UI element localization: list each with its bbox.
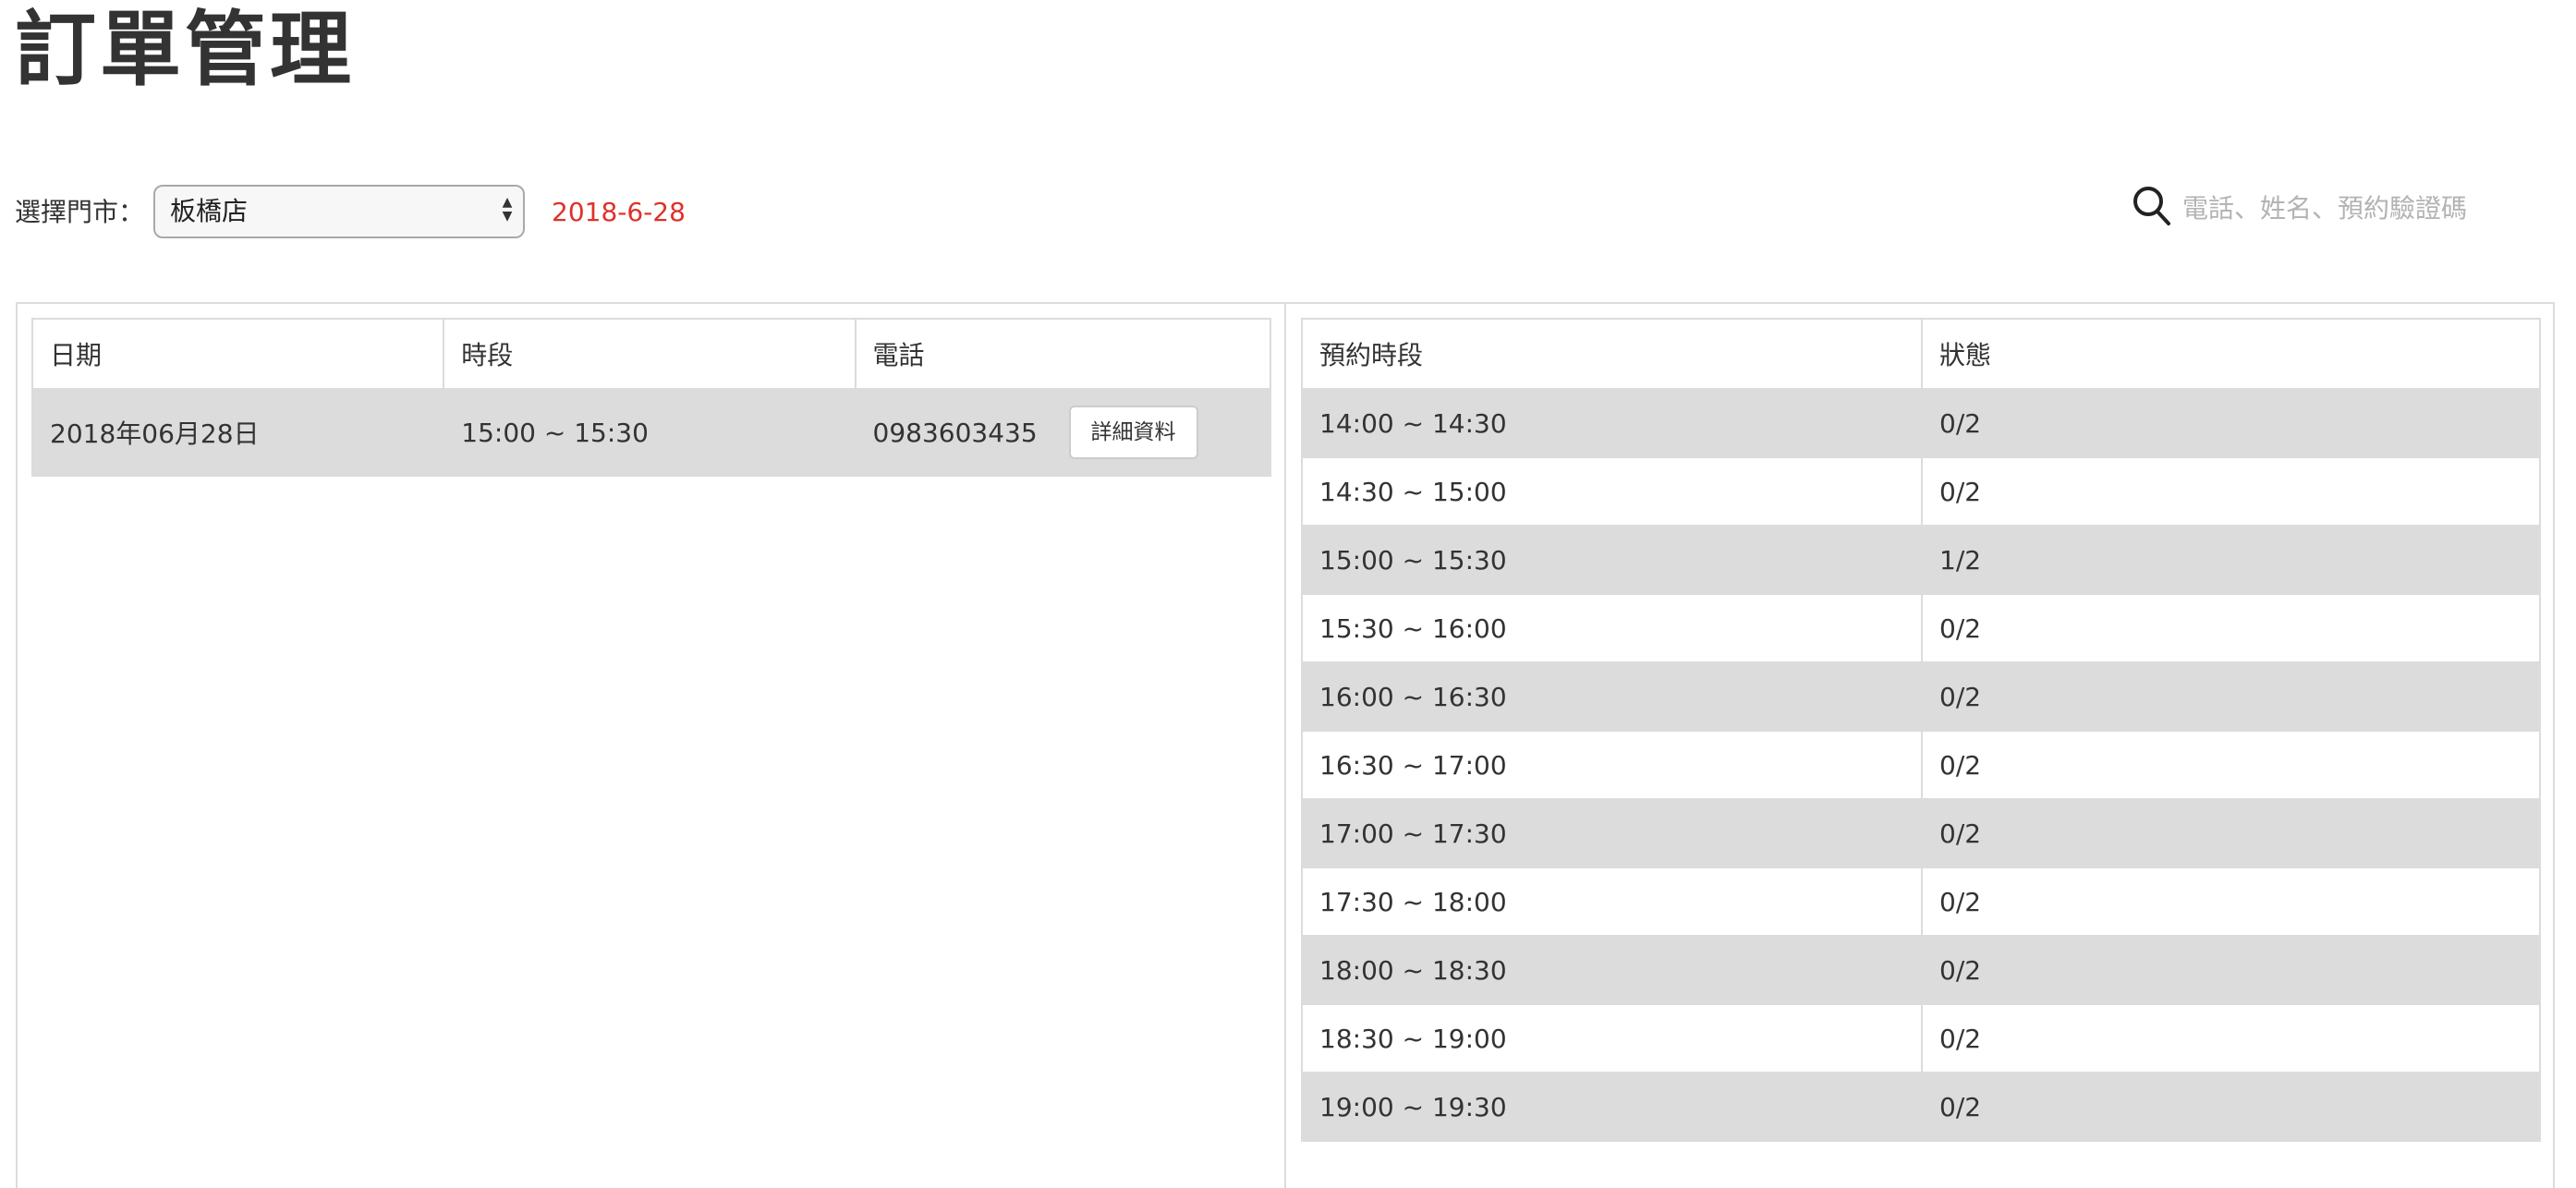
table-row: 16:30 ~ 17:00 0/2 [1300, 730, 2541, 800]
table-row: 19:00 ~ 19:30 0/2 [1300, 1072, 2541, 1142]
table-row: 17:00 ~ 17:30 0/2 [1300, 798, 2541, 868]
table-row: 18:30 ~ 19:00 0/2 [1300, 1003, 2541, 1073]
slots-header-slot: 預約時段 [1300, 318, 1924, 390]
slot-time-cell: 17:30 ~ 18:00 [1300, 867, 1924, 937]
slot-time-cell: 16:00 ~ 16:30 [1300, 661, 1924, 732]
table-row: 15:00 ~ 15:30 1/2 [1300, 525, 2541, 595]
search-input[interactable] [2177, 185, 2567, 231]
slot-status-cell: 0/2 [1921, 593, 2541, 663]
store-select-value: 板橋店 [170, 196, 249, 226]
table-row: 15:30 ~ 16:00 0/2 [1300, 593, 2541, 663]
slots-header-status: 狀態 [1921, 318, 2541, 390]
slot-status-cell: 0/2 [1921, 661, 2541, 732]
page-title: 訂單管理 [15, 2, 356, 97]
slot-time-cell: 17:00 ~ 17:30 [1300, 798, 1924, 868]
table-row: 17:30 ~ 18:00 0/2 [1300, 867, 2541, 937]
slot-status-cell: 0/2 [1921, 867, 2541, 937]
slots-header-row: 預約時段 狀態 [1300, 318, 2541, 390]
slot-status-cell: 0/2 [1921, 730, 2541, 800]
orders-table: 日期 時段 電話 2018年06月28日 15:00 ~ 15:30 09836… [30, 318, 1272, 477]
slot-time-cell: 18:00 ~ 18:30 [1300, 935, 1924, 1005]
slot-status-cell: 0/2 [1921, 798, 2541, 868]
search-icon[interactable] [2132, 185, 2172, 227]
order-management-page: 訂單管理 選擇門市： 板橋店 ▲▼ 2018-6-28 日期 時段 電話 201… [0, 0, 2576, 1188]
orders-header-row: 日期 時段 電話 [30, 318, 1272, 390]
store-select[interactable]: 板橋店 ▲ ▼ [153, 185, 525, 238]
slot-time-cell: 15:00 ~ 15:30 [1300, 525, 1924, 595]
select-arrows-icon: ▲ ▼ [502, 195, 513, 224]
store-select-label: 選擇門市： [15, 197, 145, 227]
slot-status-cell: 0/2 [1921, 1003, 2541, 1073]
detail-button[interactable]: 詳細資料 [1068, 406, 1198, 459]
slot-time-cell: 15:30 ~ 16:00 [1300, 593, 1924, 663]
slot-status-cell: 0/2 [1921, 388, 2541, 458]
order-phone-cell: 0983603435 詳細資料 [854, 388, 1272, 477]
slot-time-cell: 16:30 ~ 17:00 [1300, 730, 1924, 800]
slots-table: 預約時段 狀態 14:00 ~ 14:30 0/2 14:30 ~ 15:00 … [1300, 318, 2541, 1142]
order-slot-cell: 15:00 ~ 15:30 [443, 388, 857, 477]
panel-divider [1284, 302, 1286, 1188]
orders-header-date: 日期 [30, 318, 445, 390]
table-row: 16:00 ~ 16:30 0/2 [1300, 661, 2541, 732]
selected-date: 2018-6-28 [552, 197, 686, 227]
slot-status-cell: 0/2 [1921, 456, 2541, 527]
slot-status-cell: 0/2 [1921, 1072, 2541, 1142]
orders-header-slot: 時段 [443, 318, 857, 390]
table-row: 14:00 ~ 14:30 0/2 [1300, 388, 2541, 458]
slot-time-cell: 14:00 ~ 14:30 [1300, 388, 1924, 458]
slot-time-cell: 18:30 ~ 19:00 [1300, 1003, 1924, 1073]
slot-status-cell: 0/2 [1921, 935, 2541, 1005]
table-row: 14:30 ~ 15:00 0/2 [1300, 456, 2541, 527]
table-row: 2018年06月28日 15:00 ~ 15:30 0983603435 詳細資… [30, 388, 1272, 477]
order-date-cell: 2018年06月28日 [30, 388, 445, 477]
orders-header-phone: 電話 [854, 318, 1272, 390]
slot-status-cell: 1/2 [1921, 525, 2541, 595]
slot-time-cell: 14:30 ~ 15:00 [1300, 456, 1924, 527]
order-phone-value: 0983603435 [872, 417, 1038, 448]
slot-time-cell: 19:00 ~ 19:30 [1300, 1072, 1924, 1142]
table-row: 18:00 ~ 18:30 0/2 [1300, 935, 2541, 1005]
